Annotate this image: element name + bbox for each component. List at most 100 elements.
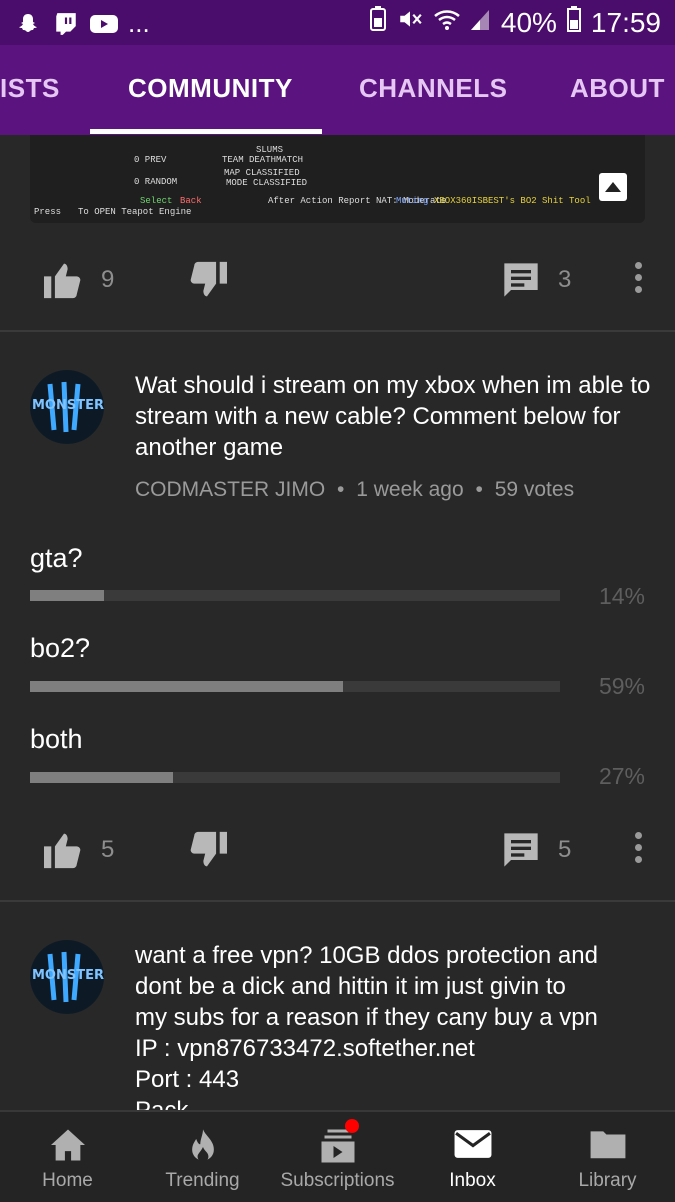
poll-bar-fill: [30, 590, 105, 601]
poll-bar: [30, 772, 560, 783]
post-text: want a free vpn? 10GB ddos protection an…: [135, 940, 655, 1110]
vote-count: 59 votes: [494, 478, 575, 501]
post-line: want a free vpn? 10GB ddos protection an…: [135, 942, 598, 969]
thumb-text: MAP CLASSIFIED: [224, 168, 300, 178]
subscriptions-icon: [321, 1129, 354, 1163]
poll-option[interactable]: bo2?: [30, 633, 90, 664]
thumb-text: SLUMS: [256, 145, 284, 155]
thumb-text: MODE CLASSIFIED: [226, 178, 308, 188]
like-button[interactable]: [42, 830, 86, 875]
battery-percent: 40%: [500, 6, 557, 38]
avatar[interactable]: MONSTER: [30, 940, 104, 1014]
thumb-text: 0 RANDOM: [134, 177, 178, 187]
poll-percent: 59%: [598, 673, 645, 699]
post-time: 1 week ago: [356, 478, 464, 501]
thumb-text: XBOX360ISBEST's BO2 Shit Tool: [434, 196, 591, 206]
folder-icon: [590, 1131, 625, 1159]
poll-bar: [30, 681, 560, 692]
poll-bar-fill: [30, 772, 174, 783]
nav-trending[interactable]: Trending: [135, 1112, 270, 1202]
status-bar: ... 40% 17:59: [0, 0, 675, 45]
thumbs-down-icon: [190, 831, 227, 867]
avatar[interactable]: MONSTER: [30, 370, 104, 444]
post-actions: 5 5: [0, 818, 675, 878]
meta-separator: •: [475, 478, 483, 501]
poll-percent: 14%: [598, 583, 645, 609]
battery-saver-icon: [369, 6, 387, 39]
wifi-icon: [433, 7, 461, 39]
tab-channels[interactable]: CHANNELS: [359, 73, 507, 104]
post-text: Wat should i stream on my xbox when im a…: [135, 372, 651, 461]
comment-button[interactable]: [500, 830, 542, 875]
more-options-button[interactable]: [634, 832, 642, 866]
poll-bar: [30, 590, 560, 601]
thumbs-down-icon: [190, 261, 227, 297]
post-line: dont be a dick and hittin it im just giv…: [135, 973, 566, 1000]
nav-subscriptions[interactable]: Subscriptions: [270, 1112, 405, 1202]
snapchat-icon: [14, 10, 42, 38]
comment-button[interactable]: [500, 260, 542, 305]
active-tab-indicator: [90, 129, 322, 134]
channel-tabs: ISTS COMMUNITY CHANNELS ABOUT: [0, 45, 675, 135]
poll-option[interactable]: gta?: [30, 543, 83, 574]
nav-library[interactable]: Library: [540, 1112, 675, 1202]
comment-count: 3: [558, 266, 572, 293]
thumbs-up-icon: [44, 833, 81, 869]
like-button[interactable]: [42, 260, 86, 305]
post-line: IP : vpn876733472.softether.net: [135, 1035, 475, 1062]
tab-community[interactable]: COMMUNITY: [128, 73, 293, 104]
post-line: my subs for a reason if they cany buy a …: [135, 1004, 598, 1031]
thumb-text: 0 PREV: [134, 155, 167, 165]
comment-count: 5: [558, 836, 572, 863]
thumbs-up-icon: [44, 263, 81, 299]
youtube-icon: [90, 10, 118, 38]
poll-option[interactable]: both: [30, 724, 83, 755]
comment-icon: [504, 833, 538, 867]
twitch-icon: [52, 10, 80, 38]
more-notifications: ...: [128, 8, 150, 38]
thumb-text: Back: [180, 196, 202, 206]
poll-percent: 27%: [598, 763, 645, 789]
meta-separator: •: [337, 478, 345, 501]
nav-label: Library: [578, 1170, 637, 1191]
tab-playlists[interactable]: ISTS: [0, 73, 60, 104]
signal-icon: [470, 7, 491, 39]
dislike-button[interactable]: [185, 260, 229, 305]
thumb-text: To OPEN Teapot Engine: [78, 207, 192, 217]
thumb-text: Select: [140, 196, 173, 206]
dislike-button[interactable]: [185, 830, 229, 875]
thumb-text: Press: [34, 207, 62, 217]
post-meta: CODMASTER JIMO • 1 week ago • 59 votes: [135, 478, 574, 502]
clock: 17:59: [590, 6, 661, 38]
nav-label: Trending: [165, 1170, 240, 1191]
comment-icon: [504, 263, 538, 297]
like-count: 5: [101, 836, 115, 863]
home-icon: [50, 1129, 85, 1161]
battery-icon: [566, 6, 581, 39]
divider: [0, 330, 675, 332]
mail-icon: [454, 1130, 491, 1158]
more-options-button[interactable]: [634, 262, 642, 296]
nav-inbox[interactable]: Inbox: [405, 1112, 540, 1202]
notification-dot: [345, 1119, 359, 1133]
image-icon: [599, 173, 627, 201]
like-count: 9: [101, 266, 115, 293]
tab-about[interactable]: ABOUT: [570, 73, 665, 104]
poll-bar-fill: [30, 681, 343, 692]
thumb-text: Muting: [396, 196, 429, 206]
bottom-navigation: Home Trending Subscriptions Inbox Librar…: [0, 1110, 675, 1202]
avatar-text: MONSTER: [32, 968, 104, 983]
post-line: Port : 443: [135, 1066, 240, 1093]
nav-home[interactable]: Home: [0, 1112, 135, 1202]
post-line: Pack: [135, 1095, 655, 1110]
flame-icon: [191, 1129, 214, 1162]
nav-label: Home: [42, 1170, 93, 1191]
post-image[interactable]: 0 PREV SLUMS TEAM DEATHMATCH 0 RANDOM MA…: [30, 135, 645, 223]
nav-label: Subscriptions: [280, 1170, 395, 1191]
thumb-text: TEAM DEATHMATCH: [222, 155, 304, 165]
divider: [0, 900, 675, 902]
author-name[interactable]: CODMASTER JIMO: [135, 478, 325, 501]
mute-icon: [397, 6, 423, 39]
avatar-text: MONSTER: [32, 398, 104, 413]
post-actions: 9 3: [0, 248, 675, 308]
